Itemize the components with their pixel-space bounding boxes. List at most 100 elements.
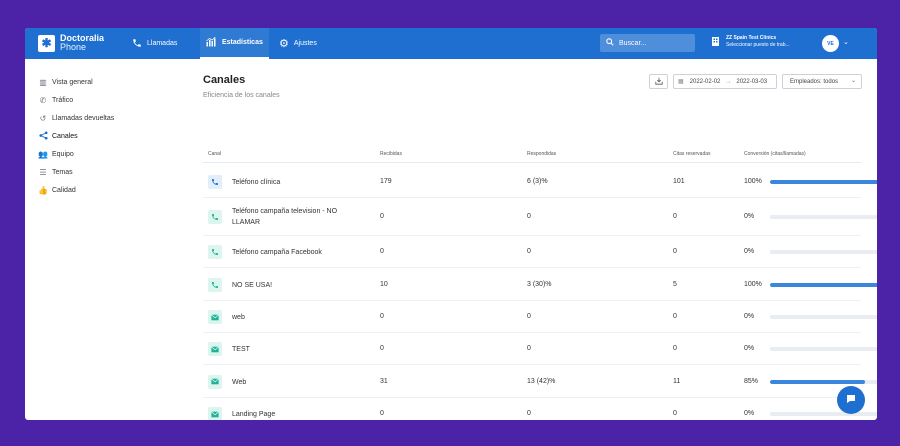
sidebar-item-llamadas-devueltas[interactable]: ↺ Llamadas devueltas [38,111,115,125]
table-row[interactable]: NO SE USA! 10 3 (30)% 5 100% [203,268,877,301]
cell-respondidas: 0 [527,410,531,417]
sidebar-item-label: Calidad [52,186,76,194]
share-icon [38,130,48,142]
chat-button[interactable] [837,386,865,414]
table-row[interactable]: web 0 0 0 0% [203,301,877,333]
star-icon: ✱ [38,34,55,52]
chat-icon [845,393,857,408]
download-icon [654,77,663,87]
cell-conversion: 0% [744,248,755,255]
sidebar-item-calidad[interactable]: 👍 Calidad [38,183,76,197]
mail-icon [208,407,222,420]
team-icon: 👥 [38,149,48,159]
conversion-bar [770,379,877,384]
conversion-bar-fill [770,179,877,184]
mail-icon [208,374,222,389]
col-citas: Citas reservadas [673,151,711,157]
cell-citas: 0 [673,410,677,417]
cell-recibidas: 0 [380,313,384,320]
conversion-bar-fill [770,282,877,287]
nav-llamadas[interactable]: Llamadas [132,28,177,59]
table-row[interactable]: Teléfono campaña Facebook 0 0 0 0% [203,236,877,268]
chevron-down-icon[interactable]: ⌄ [843,38,849,46]
table-header: Canal Recibidas Respondidas Citas reserv… [203,145,861,163]
channel-name: Teléfono campaña television - NO LLAMAR [232,208,338,226]
sidebar-item-label: Vista general [52,78,93,86]
search-input[interactable]: Buscar... [600,34,695,52]
sidebar-item-trafico[interactable]: ✆ Tráfico [38,93,74,107]
page-title: Canales [203,74,246,86]
nav-ajustes[interactable]: ⚙ Ajustes [279,28,317,59]
cell-respondidas: 0 [527,345,531,352]
sidebar-item-vista-general[interactable]: ▥ Vista general [38,75,93,89]
nav-label: Estadísticas [222,39,263,46]
channel-name: Web [232,378,247,386]
date-from: 2022-02-02 [689,78,721,85]
sidebar-item-label: Equipo [52,150,74,158]
employees-select[interactable]: Empleados: todos ⌄ [782,74,862,89]
channel-name: web [232,314,245,321]
sidebar-item-label: Llamadas devueltas [52,114,115,122]
calendar-icon: ▦ [678,79,684,85]
channel-name: Teléfono clínica [232,178,281,186]
cell-recibidas: 0 [380,345,384,352]
brand[interactable]: ✱ Doctoralia Phone [38,34,104,52]
channel-name: TEST [232,346,250,353]
cell-citas: 5 [673,280,677,288]
table-row[interactable]: Teléfono campaña television - NO LLAMAR 0… [203,198,877,236]
nav-label: Llamadas [147,40,178,47]
sidebar-item-temas[interactable]: ☰ Temas [38,165,72,179]
gear-icon: ⚙ [279,38,289,50]
table-row[interactable]: TEST 0 0 0 0% [203,333,877,365]
clinic-subtitle: Seleccionar puesto de trab... [726,42,790,48]
date-range-picker[interactable]: ▦ 2022-02-02 → 2022-03-03 [673,74,777,89]
cell-recibidas: 0 [380,248,384,255]
clinic-name: ZZ Spain Test Clinics [726,35,777,41]
search-icon [606,38,614,48]
chevron-down-icon: ⌄ [850,78,856,84]
conversion-bar [770,282,877,287]
cell-conversion: 0% [744,410,755,417]
clinic-selector[interactable]: ZZ Spain Test Clinics Seleccionar puesto… [711,35,790,49]
cell-citas: 0 [673,213,677,220]
phone-icon [132,38,142,50]
conversion-bar [770,179,877,184]
channel-name: Teléfono campaña Facebook [232,249,322,256]
mail-icon [208,310,222,324]
conversion-bar [770,412,877,416]
table-row[interactable]: Web 31 13 (42)% 11 85% [203,365,877,398]
nav-estadisticas[interactable]: Estadísticas [200,28,269,59]
download-button[interactable] [649,74,668,89]
page-subtitle: Eficiencia de los canales [203,92,280,99]
sidebar: ▥ Vista general ✆ Tráfico ↺ Llamadas dev… [25,59,175,420]
cell-respondidas: 13 (42)% [527,377,556,385]
col-canal: Canal [208,151,222,157]
bar-chart-icon [206,36,217,49]
date-to: 2022-03-03 [736,78,768,85]
col-respondidas: Respondidas [527,151,557,157]
cell-recibidas: 31 [380,377,388,385]
table-row[interactable]: Landing Page 0 0 0 0% [203,398,877,420]
col-conversion: Conversión (citas/llamadas) [744,151,806,157]
phone-icon [208,245,222,259]
cell-respondidas: 0 [527,248,531,255]
cell-conversion: 100% [744,280,762,288]
cell-respondidas: 6 (3)% [527,177,548,185]
sidebar-item-canales[interactable]: Canales [38,129,78,143]
cell-respondidas: 0 [527,213,531,220]
avatar[interactable]: VE [822,35,839,52]
cell-respondidas: 0 [527,313,531,320]
employees-value: Empleados: todos [790,78,839,85]
top-navbar: ✱ Doctoralia Phone Llamadas Estadísticas… [25,28,877,59]
nav-label: Ajustes [293,40,317,47]
cell-respondidas: 3 (30)% [527,280,552,288]
conversion-bar [770,315,877,319]
brand-subname: Phone [60,42,87,52]
conversion-bar [770,347,877,351]
mail-icon [208,342,222,356]
cell-conversion: 85% [744,377,759,385]
conversion-bar [770,215,877,219]
callback-icon: ↺ [39,113,47,123]
sidebar-item-equipo[interactable]: 👥 Equipo [38,147,74,161]
table-row[interactable]: Teléfono clínica 179 6 (3)% 101 100% [203,165,877,198]
